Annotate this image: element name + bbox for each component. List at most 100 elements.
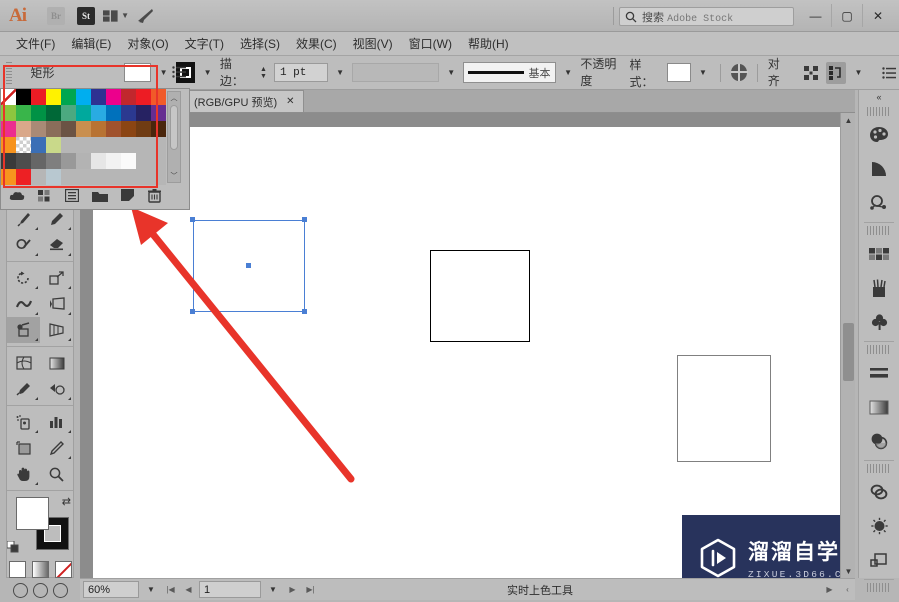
new-color-group-button[interactable] bbox=[92, 189, 108, 207]
slice-tool[interactable] bbox=[40, 435, 73, 461]
color-swatch[interactable] bbox=[136, 153, 151, 169]
color-swatch[interactable] bbox=[1, 105, 16, 121]
rectangle-right[interactable] bbox=[677, 355, 771, 462]
color-swatch[interactable] bbox=[76, 121, 91, 137]
control-bar-grip[interactable] bbox=[6, 61, 12, 84]
mesh-tool[interactable] bbox=[7, 350, 40, 376]
status-resize-icon[interactable]: ‹ bbox=[840, 581, 855, 598]
color-swatch[interactable] bbox=[46, 137, 61, 153]
menu-help[interactable]: 帮助(H) bbox=[460, 33, 517, 54]
color-panel-icon[interactable] bbox=[859, 118, 899, 152]
color-swatch[interactable] bbox=[31, 89, 46, 105]
swatches-panel-icon[interactable] bbox=[859, 237, 899, 271]
menu-view[interactable]: 视图(V) bbox=[345, 33, 401, 54]
transparency-icon[interactable] bbox=[859, 424, 899, 458]
variable-width-profile-field[interactable] bbox=[352, 63, 439, 82]
swatch-options-button[interactable] bbox=[64, 188, 80, 207]
default-fill-stroke-icon[interactable] bbox=[7, 541, 19, 553]
color-swatch[interactable] bbox=[31, 153, 46, 169]
color-swatch[interactable] bbox=[31, 121, 46, 137]
rotate-tool[interactable] bbox=[7, 265, 40, 291]
gradient-fill-mode-button[interactable] bbox=[31, 561, 49, 578]
drawing-mode-normal-icon[interactable] bbox=[12, 583, 28, 598]
color-fill-mode-button[interactable] bbox=[8, 561, 26, 578]
selection-handle[interactable] bbox=[302, 217, 307, 222]
color-swatch[interactable] bbox=[46, 121, 61, 137]
color-swatch[interactable] bbox=[121, 89, 136, 105]
color-swatch[interactable] bbox=[106, 121, 121, 137]
swatches-popup-panel[interactable]: ︿ ﹀ bbox=[0, 66, 190, 210]
eyedropper-tool[interactable] bbox=[7, 376, 40, 402]
last-artboard-button[interactable]: ▶| bbox=[303, 581, 318, 598]
scroll-up-icon[interactable]: ▲ bbox=[841, 113, 856, 127]
free-transform-tool[interactable] bbox=[40, 291, 73, 317]
symbol-sprayer-tool[interactable] bbox=[7, 409, 40, 435]
color-swatch[interactable] bbox=[106, 89, 121, 105]
color-swatch[interactable] bbox=[151, 169, 166, 185]
color-swatch[interactable] bbox=[31, 169, 46, 185]
blend-tool[interactable] bbox=[40, 376, 73, 402]
pathfinder-icon[interactable] bbox=[859, 543, 899, 577]
color-swatch[interactable] bbox=[121, 153, 136, 169]
new-swatch-button[interactable] bbox=[121, 189, 135, 207]
swatches-panel-menu-icon[interactable] bbox=[172, 65, 186, 83]
close-icon[interactable]: ✕ bbox=[286, 96, 294, 107]
color-swatch[interactable] bbox=[16, 121, 31, 137]
chevron-down-icon[interactable]: ▼ bbox=[696, 63, 711, 82]
cc-libraries-icon[interactable] bbox=[133, 6, 159, 26]
color-swatch[interactable] bbox=[121, 169, 136, 185]
menu-effect[interactable]: 效果(C) bbox=[288, 33, 345, 54]
none-fill-mode-button[interactable] bbox=[54, 561, 72, 578]
color-swatch[interactable] bbox=[106, 169, 121, 185]
scroll-down-icon[interactable]: ▼ bbox=[841, 564, 856, 578]
chevron-down-icon[interactable]: ▼ bbox=[200, 63, 215, 82]
selection-handle[interactable] bbox=[302, 309, 307, 314]
color-swatch[interactable] bbox=[106, 137, 121, 153]
stroke-panel-icon[interactable] bbox=[859, 356, 899, 390]
maximize-button[interactable]: ▢ bbox=[831, 4, 862, 27]
artboard-number-input[interactable]: 1 bbox=[199, 581, 261, 598]
color-swatch[interactable] bbox=[46, 153, 61, 169]
swatches-grid[interactable] bbox=[1, 89, 166, 185]
color-swatch[interactable] bbox=[91, 105, 106, 121]
stock-icon[interactable]: St bbox=[73, 6, 99, 26]
scale-tool[interactable] bbox=[40, 265, 73, 291]
canvas-area[interactable]: 溜溜自学 ZIXUE.3D66.COM bbox=[80, 113, 855, 578]
swap-fill-stroke-icon[interactable]: ⇄ bbox=[62, 495, 71, 508]
zoom-dropdown-icon[interactable]: ▼ bbox=[142, 581, 160, 598]
brush-definition-select[interactable]: 基本 bbox=[463, 62, 556, 83]
color-swatch[interactable] bbox=[16, 169, 31, 185]
color-swatch[interactable] bbox=[46, 169, 61, 185]
shape-builder-tool[interactable] bbox=[7, 317, 40, 343]
color-swatch[interactable] bbox=[1, 137, 16, 153]
appearance-icon[interactable] bbox=[859, 509, 899, 543]
fill-color-swatch[interactable] bbox=[123, 63, 152, 82]
arrange-documents-icon[interactable]: ▼ bbox=[103, 6, 129, 26]
color-swatch[interactable] bbox=[1, 121, 16, 137]
chevron-down-icon[interactable]: ▼ bbox=[333, 63, 348, 82]
scrollbar-thumb[interactable] bbox=[170, 105, 178, 150]
panel-group-grip[interactable] bbox=[867, 464, 891, 473]
color-swatch[interactable] bbox=[121, 121, 136, 137]
perspective-grid-tool[interactable] bbox=[40, 317, 73, 343]
zoom-tool[interactable] bbox=[40, 461, 73, 487]
color-swatch[interactable] bbox=[91, 153, 106, 169]
color-swatch[interactable] bbox=[76, 89, 91, 105]
color-swatch[interactable] bbox=[76, 153, 91, 169]
blob-brush-tool[interactable] bbox=[7, 232, 40, 258]
color-swatch[interactable] bbox=[121, 105, 136, 121]
color-swatch[interactable] bbox=[76, 105, 91, 121]
delete-swatch-button[interactable] bbox=[148, 188, 161, 208]
color-swatch[interactable] bbox=[46, 89, 61, 105]
first-artboard-button[interactable]: |◀ bbox=[163, 581, 178, 598]
color-swatch[interactable] bbox=[91, 169, 106, 185]
close-button[interactable]: ✕ bbox=[862, 4, 893, 27]
drawing-mode-behind-icon[interactable] bbox=[32, 583, 48, 598]
color-swatch[interactable] bbox=[16, 153, 31, 169]
stroke-weight-stepper[interactable]: ▲ ▼ bbox=[258, 63, 269, 82]
panel-group-grip[interactable] bbox=[867, 345, 891, 354]
swatch-libraries-button[interactable] bbox=[9, 189, 25, 207]
color-swatch[interactable] bbox=[91, 137, 106, 153]
menu-select[interactable]: 选择(S) bbox=[232, 33, 288, 54]
none-swatch[interactable] bbox=[1, 89, 16, 105]
